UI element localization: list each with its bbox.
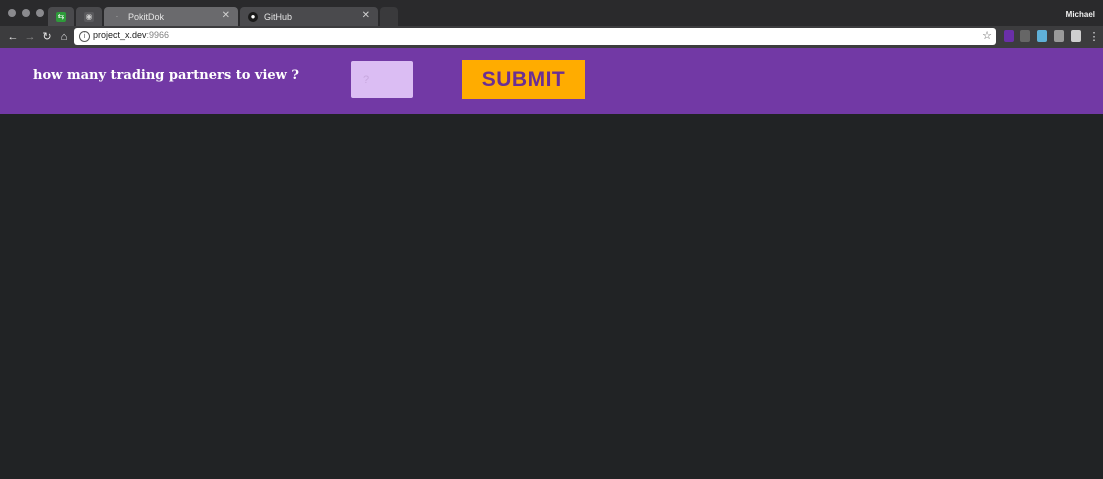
minimize-window-dot[interactable] xyxy=(22,9,30,17)
url-host: project_x.dev xyxy=(93,30,147,40)
submit-button[interactable]: SUBMIT xyxy=(462,60,585,99)
bookmark-star-icon[interactable]: ☆ xyxy=(982,29,992,42)
browser-menu-icon[interactable]: ⋮ xyxy=(1087,30,1101,44)
tab-title: PokitDok xyxy=(128,11,165,22)
maximize-window-dot[interactable] xyxy=(36,9,44,17)
new-tab-button[interactable] xyxy=(380,7,398,26)
forward-arrow-icon[interactable]: → xyxy=(23,30,37,44)
tab-github[interactable]: ● GitHub ✕ xyxy=(240,7,378,26)
green-extension-icon: ⇆ xyxy=(56,11,66,22)
extension-icon-1[interactable] xyxy=(1004,30,1014,42)
github-icon: ● xyxy=(248,11,258,22)
close-tab-icon[interactable]: ✕ xyxy=(362,10,370,21)
extension-icon-5[interactable] xyxy=(1071,30,1081,42)
tab-pinned-1[interactable]: ⇆ xyxy=(48,7,74,26)
browser-chrome: ⇆ ◉ · PokitDok ✕ ● GitHub ✕ Michael ← → … xyxy=(0,0,1103,48)
tab-pinned-2[interactable]: ◉ xyxy=(76,7,102,26)
tab-pokitdok[interactable]: · PokitDok ✕ xyxy=(104,7,238,26)
home-icon[interactable]: ⌂ xyxy=(57,30,71,44)
app-header: how many trading partners to view ? SUBM… xyxy=(0,48,1103,114)
address-bar[interactable]: i project_x.dev:9966 ☆ xyxy=(74,28,996,45)
extension-icon-3[interactable] xyxy=(1037,30,1047,42)
pokitdok-icon: · xyxy=(115,12,119,21)
profile-name[interactable]: Michael xyxy=(1066,10,1095,19)
info-icon[interactable]: i xyxy=(79,31,90,42)
browser-toolbar: ← → ↻ ⌂ i project_x.dev:9966 ☆ ⋮ xyxy=(0,26,1103,48)
tab-title: GitHub xyxy=(264,11,293,22)
url-port: :9966 xyxy=(146,30,170,40)
tab-strip: ⇆ ◉ · PokitDok ✕ ● GitHub ✕ Michael xyxy=(0,0,1103,26)
main-content-area xyxy=(0,114,1103,479)
extension-icon-4[interactable] xyxy=(1054,30,1064,42)
close-tab-icon[interactable]: ✕ xyxy=(222,10,230,21)
window-controls xyxy=(8,9,44,17)
pinned-app-icon: ◉ xyxy=(84,11,94,22)
close-window-dot[interactable] xyxy=(8,9,16,17)
url-text[interactable]: project_x.dev:9966 xyxy=(93,30,169,40)
trading-partners-prompt: how many trading partners to view ? xyxy=(33,68,300,83)
trading-partners-count-input[interactable] xyxy=(351,61,413,98)
reload-icon[interactable]: ↻ xyxy=(40,30,54,44)
back-arrow-icon[interactable]: ← xyxy=(6,30,20,44)
extension-icon-2[interactable] xyxy=(1020,30,1030,42)
